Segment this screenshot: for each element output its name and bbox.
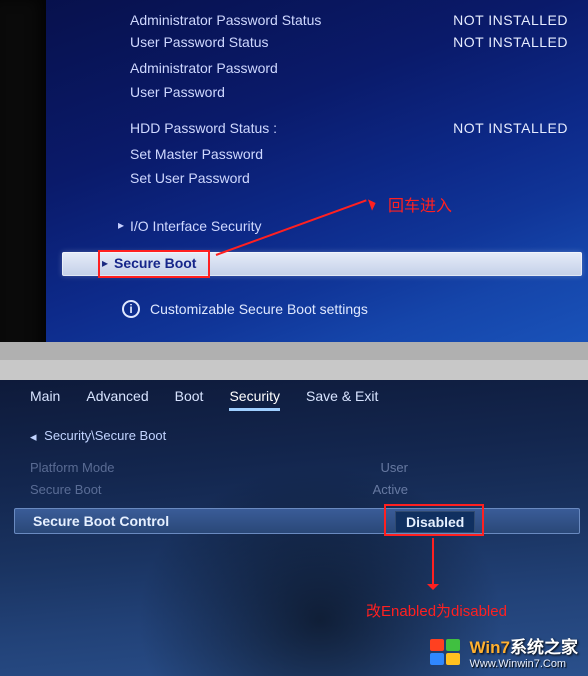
label: User Password: [130, 84, 225, 100]
label: HDD Password Status :: [130, 120, 277, 136]
label: User Password Status: [130, 34, 269, 50]
bios-security-screen-1: Administrator Password Status NOT INSTAL…: [0, 0, 588, 360]
row-set-user-pw[interactable]: Set User Password: [130, 168, 568, 188]
row-platform-mode: Platform Mode User: [30, 460, 568, 475]
tab-save-exit[interactable]: Save & Exit: [306, 388, 378, 411]
tab-boot[interactable]: Boot: [175, 388, 204, 411]
windows-logo-icon: [428, 637, 462, 667]
info-row: i Customizable Secure Boot settings: [122, 300, 368, 318]
watermark-text: Win7系统之家 Www.Winwin7.Com: [470, 633, 578, 670]
row-secure-boot-state: Secure Boot Active: [30, 482, 568, 497]
tab-security[interactable]: Security: [229, 388, 280, 411]
breadcrumb-text: Security\Secure Boot: [44, 428, 166, 443]
bios-tab-bar[interactable]: Main Advanced Boot Security Save & Exit: [30, 388, 378, 411]
row-secure-boot-control-selected[interactable]: Secure Boot Control Disabled: [14, 508, 580, 534]
label: Secure Boot: [30, 482, 102, 497]
bios-secure-boot-screen-2: Main Advanced Boot Security Save & Exit …: [0, 380, 588, 676]
annotation-arrow: [432, 538, 434, 586]
watermark-line1b: 系统之家: [510, 638, 578, 657]
annotation-text-enter: 回车进入: [388, 192, 452, 216]
watermark-line2: Www.Winwin7.Com: [470, 658, 578, 670]
value: Active: [373, 482, 408, 497]
breadcrumb: ◂ Security\Secure Boot: [30, 428, 166, 444]
row-set-master-pw[interactable]: Set Master Password: [130, 144, 568, 164]
submenu-chevron-icon: ▸: [102, 256, 108, 270]
value: User: [381, 460, 408, 475]
label: Administrator Password Status: [130, 12, 321, 28]
row-admin-pw-status: Administrator Password Status NOT INSTAL…: [130, 10, 568, 30]
row-user-pw[interactable]: User Password: [130, 82, 568, 102]
annotation-text-change: 改Enabled为disabled: [366, 600, 507, 621]
info-text: Customizable Secure Boot settings: [150, 301, 368, 317]
label: Platform Mode: [30, 460, 115, 475]
label: Set User Password: [130, 170, 250, 186]
value-box[interactable]: Disabled: [395, 511, 475, 533]
annotation-arrowhead-icon: [427, 584, 439, 596]
label: I/O Interface Security: [130, 218, 262, 234]
annotation-arrowhead-icon: [368, 195, 383, 210]
label: Secure Boot Control: [33, 513, 169, 529]
row-io-interface-security[interactable]: I/O Interface Security: [130, 216, 568, 236]
tab-main[interactable]: Main: [30, 388, 60, 411]
submenu-chevron-icon: ▸: [118, 218, 124, 232]
info-icon: i: [122, 300, 140, 318]
tab-advanced[interactable]: Advanced: [86, 388, 148, 411]
label: Administrator Password: [130, 60, 278, 76]
label: Set Master Password: [130, 146, 263, 162]
label: Secure Boot: [114, 255, 196, 271]
row-hdd-pw-status: HDD Password Status : NOT INSTALLED: [130, 118, 568, 138]
value: NOT INSTALLED: [453, 120, 568, 136]
row-user-pw-status: User Password Status NOT INSTALLED: [130, 32, 568, 52]
row-admin-pw[interactable]: Administrator Password: [130, 58, 568, 78]
watermark-line1a: Win7: [470, 638, 510, 657]
watermark: Win7系统之家 Www.Winwin7.Com: [428, 633, 578, 670]
value: NOT INSTALLED: [453, 34, 568, 50]
row-secure-boot-selected[interactable]: ▸ Secure Boot: [62, 252, 582, 276]
value: NOT INSTALLED: [453, 12, 568, 28]
chevron-left-icon: ◂: [30, 429, 37, 445]
